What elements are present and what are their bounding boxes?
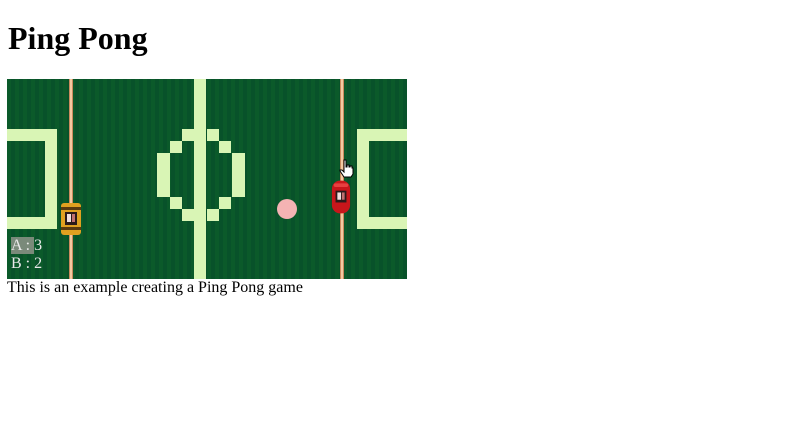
score-b: B : 2 <box>11 255 42 273</box>
center-circle <box>157 129 245 221</box>
right-goal-side <box>357 129 369 229</box>
left-goal-bottom <box>7 217 57 229</box>
page-caption: This is an example creating a Ping Pong … <box>7 279 303 296</box>
score-a: A : 3 <box>11 237 42 255</box>
right-paddle-icon[interactable] <box>331 179 351 215</box>
score-a-label: A : <box>11 237 35 254</box>
left-paddle-track <box>69 79 73 279</box>
left-paddle-icon[interactable] <box>61 201 81 237</box>
scoreboard: A : 3 B : 2 <box>11 237 42 273</box>
score-b-label: B : <box>11 255 35 272</box>
right-goal-bottom <box>357 217 407 229</box>
score-b-value: 2 <box>34 255 43 272</box>
left-goal-side <box>45 129 57 229</box>
game-field[interactable]: A : 3 B : 2 <box>7 79 407 279</box>
page-title: Ping Pong <box>8 20 148 56</box>
ball <box>277 199 297 219</box>
hand-cursor-icon <box>339 159 354 178</box>
score-a-value: 3 <box>34 237 43 254</box>
